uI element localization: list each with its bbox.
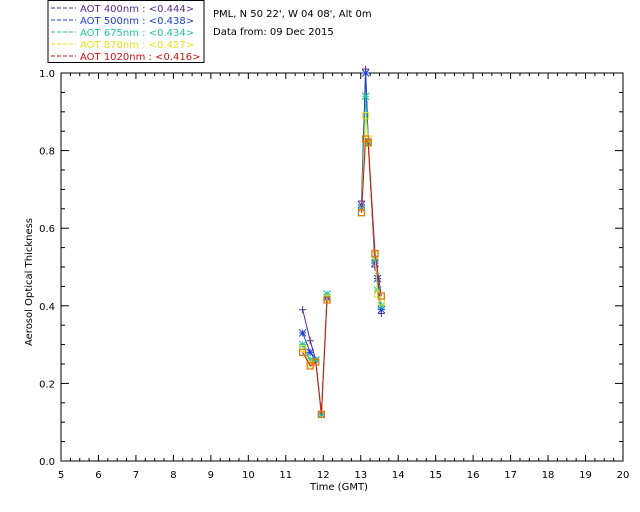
x-tick-label: 19: [579, 470, 592, 481]
data-point-star: [298, 340, 307, 349]
x-tick-label: 16: [467, 470, 480, 481]
legend: AOT 400nm : <0.444>AOT 500nm : <0.438>AO…: [47, 0, 205, 63]
y-tick-label: 0.6: [39, 224, 55, 235]
x-tick-label: 13: [354, 470, 367, 481]
x-tick-label: 9: [208, 470, 214, 481]
aot-chart: AOT 400nm : <0.444>AOT 500nm : <0.438>AO…: [24, 0, 630, 493]
x-tick-label: 7: [133, 470, 139, 481]
x-axis: 5 6 7 8 9 10 11 12 13 14 15 16 17 18 19 20: [58, 73, 630, 481]
legend-item-label: AOT 500nm : <0.438>: [80, 16, 194, 27]
y-axis: 0.0 0.2 0.4 0.6 0.8 1.0: [39, 69, 623, 468]
series-4: [299, 135, 385, 419]
x-tick-label: 17: [504, 470, 517, 481]
series-line: [302, 137, 382, 415]
x-tick-label: 18: [542, 470, 555, 481]
x-tick-label: 5: [58, 470, 64, 481]
x-tick-label: 10: [242, 470, 255, 481]
x-tick-label: 12: [317, 470, 330, 481]
data-point-star: [298, 329, 307, 337]
x-tick-label: 15: [429, 470, 442, 481]
data-point-plus: [306, 337, 314, 345]
y-tick-label: 0.4: [39, 302, 55, 313]
title-line-1: PML, N 50 22', W 04 08', Alt 0m: [213, 9, 372, 20]
data-point-star: [377, 301, 386, 310]
legend-item-label: AOT 400nm : <0.444>: [80, 4, 194, 15]
x-tick-label: 20: [617, 470, 630, 481]
title-line-2: Data from: 09 Dec 2015: [213, 27, 334, 38]
y-tick-label: 0.8: [39, 147, 55, 158]
series-3: [299, 112, 385, 418]
y-tick-label: 0.2: [39, 379, 55, 390]
legend-item-label: AOT 870nm : <0.427>: [80, 40, 194, 51]
x-tick-label: 11: [279, 470, 292, 481]
legend-item-label: AOT 1020nm : <0.416>: [80, 52, 200, 63]
x-tick-label: 6: [95, 470, 101, 481]
x-tick-label: 14: [392, 470, 405, 481]
data-point-star: [373, 274, 382, 283]
data-point-star: [361, 92, 370, 101]
y-axis-label: Aerosol Optical Thickness: [24, 218, 35, 346]
x-axis-label: Time (GMT): [309, 482, 368, 493]
legend-item-label: AOT 675nm : <0.434>: [80, 28, 194, 39]
y-tick-label: 1.0: [39, 69, 55, 80]
x-tick-label: 8: [170, 470, 176, 481]
series-layer: [298, 65, 386, 419]
y-tick-label: 0.0: [39, 457, 55, 468]
data-point-star: [361, 69, 370, 77]
plot-frame: [60, 72, 624, 462]
series-1: [298, 69, 386, 419]
data-point-plus: [299, 306, 307, 314]
